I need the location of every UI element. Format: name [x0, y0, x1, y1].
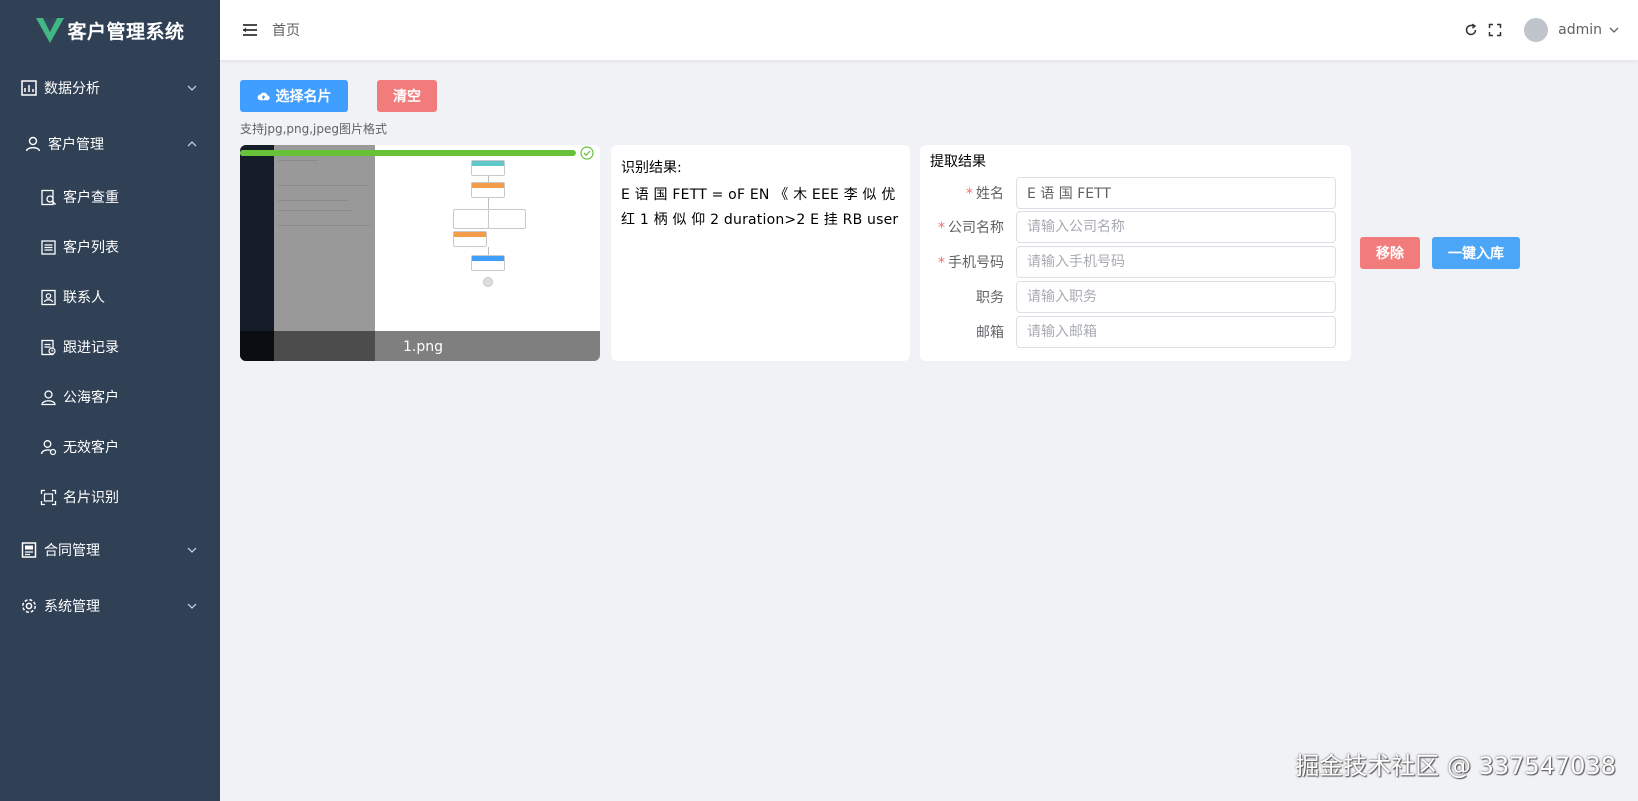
search-doc-icon [40, 189, 57, 206]
clear-button[interactable]: 清空 [377, 80, 437, 112]
chevron-down-icon [186, 82, 198, 94]
sidebar-item-invalid-customers[interactable]: 无效客户 [0, 422, 220, 472]
sidebar-item-duplicate-check[interactable]: 客户查重 [0, 172, 220, 222]
card-thumbnail-image [240, 145, 600, 361]
upload-progress-bar [240, 150, 576, 156]
chevron-down-icon [186, 544, 198, 556]
sidebar-item-label: 无效客户 [63, 440, 119, 456]
menu-group-data-analysis[interactable]: 数据分析 [0, 60, 220, 116]
main-content: 选择名片 清空 支持jpg,png,jpeg图片格式 1.png 识别结果: E… [220, 60, 1638, 801]
extract-result-card: 提取结果 *姓名 *公司名称 *手机号码 职务 邮箱 [920, 145, 1351, 361]
sidebar-item-label: 名片识别 [63, 490, 119, 506]
required-mark: * [966, 186, 973, 202]
sidebar-item-follow-up[interactable]: 跟进记录 [0, 322, 220, 372]
choose-card-button[interactable]: 选择名片 [240, 80, 348, 112]
name-input[interactable] [1016, 177, 1336, 209]
remove-button[interactable]: 移除 [1360, 237, 1420, 269]
user-name[interactable]: admin [1558, 22, 1602, 38]
recognition-title: 识别结果: [621, 160, 682, 176]
chevron-down-icon [186, 600, 198, 612]
person-icon [40, 389, 57, 406]
chevron-down-icon[interactable] [1608, 24, 1620, 36]
form-row-position: 职务 [920, 281, 1351, 313]
breadcrumb[interactable]: 首页 [272, 20, 300, 40]
gear-icon [20, 597, 38, 615]
extract-title: 提取结果 [930, 154, 986, 170]
name-label: * 姓名 [966, 186, 1004, 202]
form-row-company: * 公司名称 [920, 211, 1351, 243]
chevron-up-icon [186, 138, 198, 150]
choose-card-label: 选择名片 [275, 89, 332, 105]
file-name: 1.png [403, 339, 444, 355]
required-mark: * [938, 255, 945, 271]
contact-card-icon [40, 289, 57, 306]
cloud-upload-icon [257, 92, 270, 100]
menu-group-customer[interactable]: 客户管理 [0, 116, 220, 172]
position-input[interactable] [1016, 281, 1336, 313]
hamburger-menu-icon[interactable] [242, 22, 258, 38]
contract-icon [20, 541, 38, 559]
fullscreen-icon[interactable] [1488, 23, 1502, 37]
sidebar-item-label: 跟进记录 [63, 340, 119, 356]
position-label: 职务 [976, 290, 1004, 306]
scan-icon [40, 489, 57, 506]
logo: 客户管理系统 [0, 0, 220, 60]
customer-submenu: 客户查重 客户列表 联系人 跟进记录 公海客户 无效客户 名片识别 [0, 172, 220, 522]
menu-group-system[interactable]: 系统管理 [0, 578, 220, 634]
sidebar: 客户管理系统 数据分析 客户管理 客户查重 客户列表 联系人 跟进记录 公海客户… [0, 0, 220, 801]
form-row-email: 邮箱 [920, 316, 1351, 348]
form-row-phone: * 手机号码 [920, 246, 1351, 278]
menu-group-label: 系统管理 [44, 599, 100, 615]
menu-group-label: 客户管理 [48, 137, 104, 153]
person-x-icon [40, 439, 57, 456]
sidebar-item-label: 客户列表 [63, 240, 119, 256]
company-label: * 公司名称 [938, 220, 1004, 236]
sidebar-item-label: 联系人 [63, 290, 105, 306]
sidebar-item-customer-list[interactable]: 客户列表 [0, 222, 220, 272]
recognition-result-card: 识别结果: E 语 国 FETT = oF EN 《 木 EEE 李 似 优 红… [611, 145, 910, 361]
phone-label: * 手机号码 [938, 255, 1004, 271]
top-navbar: 首页 admin [220, 0, 1638, 60]
user-icon [24, 135, 42, 153]
record-icon [40, 339, 57, 356]
sidebar-item-contacts[interactable]: 联系人 [0, 272, 220, 322]
sidebar-item-card-recognition[interactable]: 名片识别 [0, 472, 220, 522]
form-row-name: * 姓名 [920, 177, 1351, 209]
chart-icon [20, 79, 38, 97]
recognition-text: E 语 国 FETT = oF EN 《 木 EEE 李 似 优 红 1 柄 似… [621, 187, 899, 228]
sidebar-item-label: 公海客户 [63, 390, 119, 406]
sidebar-item-label: 客户查重 [63, 190, 119, 206]
email-label: 邮箱 [976, 325, 1004, 341]
required-mark: * [938, 220, 945, 236]
email-input[interactable] [1016, 316, 1336, 348]
header-actions: admin [1464, 0, 1620, 60]
sidebar-item-public-customers[interactable]: 公海客户 [0, 372, 220, 422]
menu-group-contract[interactable]: 合同管理 [0, 522, 220, 578]
watermark: 掘金技术社区 @ 337547038 [1295, 752, 1616, 780]
success-check-icon [580, 146, 594, 160]
vue-logo-icon [36, 18, 65, 43]
refresh-icon[interactable] [1464, 23, 1478, 37]
app-title: 客户管理系统 [67, 20, 185, 43]
avatar[interactable] [1524, 18, 1549, 42]
upload-progress-fill [240, 150, 576, 156]
company-input[interactable] [1016, 211, 1336, 243]
menu-group-label: 合同管理 [44, 543, 100, 559]
upload-file-card[interactable]: 1.png [240, 145, 600, 361]
save-to-db-button[interactable]: 一键入库 [1432, 237, 1520, 269]
phone-input[interactable] [1016, 246, 1336, 278]
list-icon [40, 239, 57, 256]
menu-group-label: 数据分析 [44, 81, 100, 97]
format-hint: 支持jpg,png,jpeg图片格式 [240, 122, 387, 136]
